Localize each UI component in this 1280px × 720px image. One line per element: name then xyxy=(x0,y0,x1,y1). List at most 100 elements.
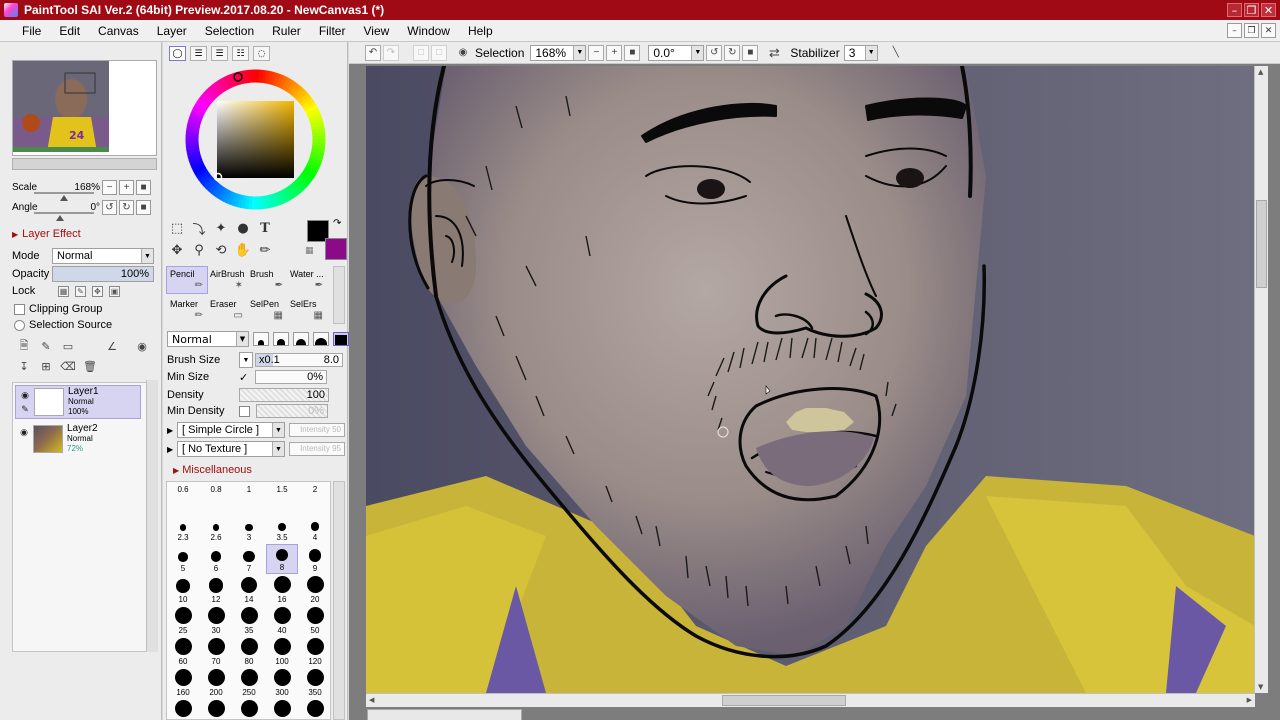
hsv-slider-tab-icon[interactable]: ☰ xyxy=(211,46,228,61)
new-linework-icon[interactable]: ✎ xyxy=(38,338,54,354)
brush-shape-4[interactable] xyxy=(313,332,329,346)
brush-size-preset[interactable]: 8 xyxy=(266,544,298,574)
scratchpad-tab-icon[interactable]: ◌ xyxy=(253,46,270,61)
color-wheel-tab-icon[interactable]: ◯ xyxy=(169,46,186,61)
toolbar-rotate-right-button[interactable]: ↻ xyxy=(724,44,741,61)
brush-size-preset[interactable]: 50 xyxy=(299,606,330,636)
invert-selection-icon[interactable]: □ xyxy=(431,44,447,61)
brush-airbrush[interactable]: AirBrush ✶ xyxy=(206,266,248,294)
line-tool-icon[interactable]: ╲ xyxy=(888,45,904,61)
brush-size-preset[interactable]: 450 xyxy=(200,699,232,719)
move-icon[interactable]: ✥ xyxy=(167,240,187,260)
deselect-icon[interactable]: □ xyxy=(413,44,429,61)
brush-size-preset[interactable]: 7 xyxy=(233,544,265,574)
size-mult-dropdown[interactable]: ▼ xyxy=(239,352,253,368)
brush-size-preset[interactable]: 2.3 xyxy=(167,513,199,543)
horizontal-scroll-thumb[interactable] xyxy=(722,695,846,706)
navigator-thumbnail[interactable]: 24 xyxy=(12,60,157,156)
selection-source-radio[interactable] xyxy=(14,319,25,331)
brush-size-preset[interactable]: 16 xyxy=(266,575,298,605)
menu-view[interactable]: View xyxy=(354,20,398,42)
brush-size-preset[interactable]: 14 xyxy=(233,575,265,605)
toolbar-zoom-in-button[interactable]: + xyxy=(606,44,623,61)
toolbar-zoom-out-button[interactable]: − xyxy=(588,44,605,61)
lock-transparency-icon[interactable]: ▦ xyxy=(58,285,69,297)
menu-file[interactable]: File xyxy=(0,20,50,42)
brush-size-preset[interactable]: 40 xyxy=(266,606,298,636)
min-size-slider[interactable]: 0% xyxy=(255,370,327,384)
lock-all-icon[interactable]: ▣ xyxy=(109,285,120,297)
brush-brush[interactable]: Brush ✒ xyxy=(246,266,288,294)
brush-size-preset[interactable]: 10 xyxy=(167,575,199,605)
zoom-in-button[interactable]: + xyxy=(119,179,134,195)
brush-size-preset[interactable]: 6 xyxy=(200,544,232,574)
expand-arrow-icon[interactable]: ▶ xyxy=(167,445,177,454)
angle-slider[interactable] xyxy=(34,212,94,221)
zoom-icon[interactable]: ⚲ xyxy=(189,240,209,260)
zoom-reset-button[interactable]: ■ xyxy=(136,179,151,195)
redo-icon[interactable]: ↷ xyxy=(383,44,399,61)
brush-size-preset[interactable]: 100 xyxy=(266,637,298,667)
rotate-reset-button[interactable]: ■ xyxy=(136,199,151,215)
close-button[interactable]: ✕ xyxy=(1261,3,1276,17)
brush-size-preset[interactable]: 60 xyxy=(167,637,199,667)
maximize-button[interactable]: ❐ xyxy=(1244,3,1259,17)
doc-minimize-button[interactable]: – xyxy=(1227,23,1242,38)
swap-colors-icon[interactable]: ↷ xyxy=(333,218,341,229)
color-wheel[interactable] xyxy=(183,67,328,212)
rect-select-icon[interactable]: ⬚ xyxy=(167,218,187,238)
menu-layer[interactable]: Layer xyxy=(148,20,196,42)
brush-selpen[interactable]: SelPen ▦ xyxy=(246,296,288,324)
transfer-down-icon[interactable]: ↧ xyxy=(16,358,32,374)
brush-size-preset[interactable]: 160 xyxy=(167,668,199,698)
hand-icon[interactable]: ✋ xyxy=(233,240,253,260)
min-size-check-icon[interactable]: ✓ xyxy=(239,371,253,384)
doc-restore-button[interactable]: ❐ xyxy=(1244,23,1259,38)
canvas-horizontal-scrollbar[interactable]: ◀ ▶ xyxy=(366,693,1255,707)
brush-size-preset[interactable]: 200 xyxy=(200,668,232,698)
brush-shape-select[interactable]: [ Simple Circle ] ▼ xyxy=(177,422,285,438)
brush-size-preset[interactable]: 120 xyxy=(299,637,330,667)
brush-pencil[interactable]: Pencil ✏ xyxy=(166,266,208,294)
layer-item[interactable]: ◉ Layer2 Normal 72% xyxy=(15,422,141,456)
canvas-vertical-scrollbar[interactable]: ▲ ▼ xyxy=(1254,66,1268,693)
menu-canvas[interactable]: Canvas xyxy=(89,20,148,42)
visibility-eye-icon[interactable]: ◉ xyxy=(17,425,31,439)
menu-filter[interactable]: Filter xyxy=(310,20,355,42)
zoom-out-button[interactable]: − xyxy=(102,179,117,195)
toolbar-rotate-reset-button[interactable]: ■ xyxy=(742,44,759,61)
brush-size-preset[interactable]: 20 xyxy=(299,575,330,605)
brush-size-preset[interactable]: 5 xyxy=(167,544,199,574)
brush-size-preset[interactable]: 9 xyxy=(299,544,330,574)
brush-size-preset[interactable]: 12 xyxy=(200,575,232,605)
min-density-checkbox[interactable] xyxy=(239,405,250,417)
brush-marker[interactable]: Marker ✏ xyxy=(166,296,208,324)
brush-size-preset[interactable]: 400 xyxy=(167,699,199,719)
menu-window[interactable]: Window xyxy=(398,20,459,42)
expand-arrow-icon[interactable]: ▶ xyxy=(167,426,177,435)
brush-selers[interactable]: SelErs ▦ xyxy=(286,296,328,324)
menu-help[interactable]: Help xyxy=(459,20,502,42)
flip-horizontal-icon[interactable]: ⇄ xyxy=(766,45,782,61)
brush-size-preset[interactable]: 0.8 xyxy=(200,482,232,512)
brush-blend-select[interactable]: Normal ▼ xyxy=(167,331,249,347)
miscellaneous-header[interactable]: ▶ Miscellaneous xyxy=(173,464,252,476)
clipping-group-row[interactable]: Clipping Group xyxy=(14,303,102,315)
lasso-icon[interactable]: ⤵ xyxy=(189,218,209,238)
stabilizer-select[interactable]: 3 ▼ xyxy=(843,44,878,61)
density-slider[interactable]: 100 xyxy=(239,388,329,402)
lock-paint-icon[interactable]: ✎ xyxy=(75,285,86,297)
menu-selection[interactable]: Selection xyxy=(196,20,263,42)
brush-water[interactable]: Water ... ✒ xyxy=(286,266,328,294)
doc-close-button[interactable]: ✕ xyxy=(1261,23,1276,38)
brush-size-preset[interactable]: 3 xyxy=(233,513,265,543)
brush-size-preset[interactable]: 80 xyxy=(233,637,265,667)
brush-size-preset[interactable]: 600 xyxy=(266,699,298,719)
swatches-tab-icon[interactable]: ☷ xyxy=(232,46,249,61)
menu-ruler[interactable]: Ruler xyxy=(263,20,310,42)
brush-eraser[interactable]: Eraser ▭ xyxy=(206,296,248,324)
brush-shape-1[interactable] xyxy=(253,332,269,346)
clipping-group-checkbox[interactable] xyxy=(14,303,25,315)
brush-shape-5[interactable] xyxy=(333,332,349,346)
menu-edit[interactable]: Edit xyxy=(50,20,89,42)
